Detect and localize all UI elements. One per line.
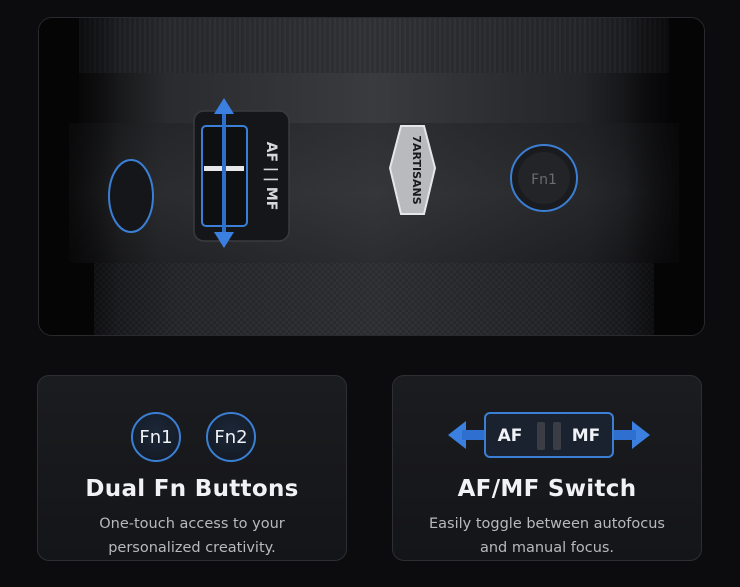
fn2-badge: Fn2 xyxy=(206,412,256,462)
fn1-badge: Fn1 xyxy=(131,412,181,462)
mf-label: MF xyxy=(572,426,601,446)
fn2-hardware-button xyxy=(108,159,154,233)
afmf-switch-graphic: AF MF xyxy=(448,412,650,458)
card-description: Easily toggle between autofocus and manu… xyxy=(393,512,701,560)
card-description-line: One-touch access to your xyxy=(99,516,285,532)
card-description-line: Easily toggle between autofocus xyxy=(428,516,665,532)
af-label: AF xyxy=(498,426,523,446)
hero-lens-image: AF | | MF 7ARTISANS Fn1 xyxy=(38,17,705,336)
feature-card-fn-buttons: Fn1 Fn2 Dual Fn Buttons One-touch access… xyxy=(37,375,347,561)
feature-card-afmf-switch: AF MF AF/MF Switch Easily toggle between… xyxy=(392,375,702,561)
brand-text: 7ARTISANS xyxy=(410,135,423,204)
switch-engraving: AF | | MF xyxy=(263,142,279,211)
fn1-hardware-label: Fn1 xyxy=(531,172,557,188)
card-title: Dual Fn Buttons xyxy=(85,476,299,502)
card-description-line: and manual focus. xyxy=(479,540,615,556)
card-description-line: personalized creativity. xyxy=(108,540,276,556)
card-description: One-touch access to your personalized cr… xyxy=(38,512,346,560)
card-title: AF/MF Switch xyxy=(457,476,637,502)
lens-illustration: AF | | MF 7ARTISANS Fn1 xyxy=(39,18,704,335)
